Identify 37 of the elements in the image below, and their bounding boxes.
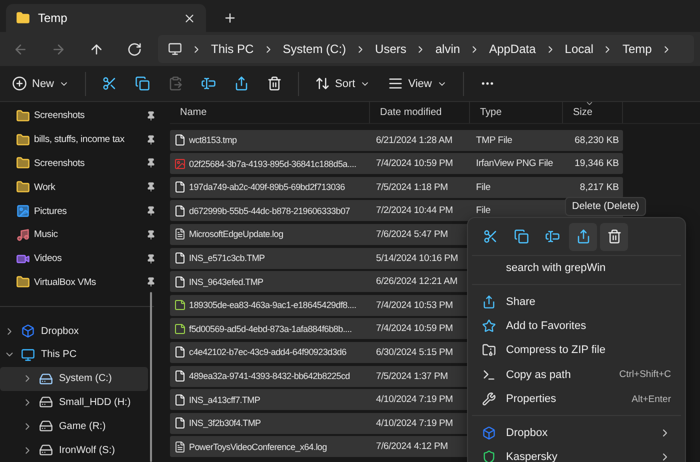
name-cell: 02f25684-3b7a-4193-895d-36841c188d5a.... [170, 158, 370, 170]
size-cell-text: 68,230 KB [574, 134, 620, 146]
name-cell: MicrosoftEdgeUpdate.log [170, 228, 370, 240]
type-cell-text: IrfanView PNG File [475, 158, 554, 170]
date-cell-text: 7/4/2024 10:59 PM [375, 158, 454, 170]
name-cell: d672999b-55b5-44dc-b878-219606333b07 [170, 204, 370, 217]
type-cell-text: File [475, 182, 492, 193]
type-cell-text: TMP File [475, 134, 514, 146]
size-cell-text: 8,217 KB [578, 182, 620, 193]
name-cell: 489ea32a-9741-4393-8432-bb642b8225cd [170, 370, 370, 382]
date-cell-text: 7/6/2024 5:47 PM [375, 228, 449, 240]
date-cell-text: 5/14/2024 10:16 PM [375, 252, 459, 264]
name-cell: PowerToysVideoConference_x64.log [170, 440, 370, 453]
name-cell: 189305de-ea83-463a-9ac1-e18645429df8.... [170, 299, 370, 312]
date-cell-text: 6/21/2024 1:28 AM [375, 134, 454, 146]
date-cell-text: 7/4/2024 10:53 PM [375, 300, 454, 311]
name-cell: INS_e571c3cb.TMP [170, 252, 370, 264]
shortcut-label: Alt+Enter [632, 394, 671, 405]
date-cell-text: 7/4/2024 10:59 PM [375, 323, 454, 334]
date-cell-text: 7/5/2024 1:37 PM [375, 370, 449, 382]
name-cell: INS_3f2b30f4.TMP [170, 417, 370, 430]
date-cell-text: 6/30/2024 5:15 PM [375, 346, 454, 358]
type-cell-text: File [475, 205, 492, 216]
date-cell-text: 7/6/2024 4:12 PM [375, 441, 449, 452]
date-cell-text: 6/26/2024 12:21 AM [375, 276, 458, 288]
name-cell: c4e42102-b7ec-43c9-add4-64f90923d3d6 [170, 346, 370, 358]
name-cell: INS_a413cff7.TMP [170, 394, 370, 406]
date-cell-text: 4/10/2024 7:19 PM [375, 418, 454, 429]
date-cell-text: 7/5/2024 1:18 PM [375, 182, 449, 193]
name-cell: 197da749-ab2c-409f-89b5-69bd2f713036 [170, 181, 370, 194]
date-cell-text: 4/10/2024 7:19 PM [375, 394, 454, 406]
name-cell: f5d00569-ad5d-4ebd-873a-1afa884f6b8b.... [170, 322, 370, 335]
name-cell: wct8153.tmp [170, 134, 370, 146]
tooltip: Delete (Delete) [565, 197, 646, 216]
size-cell-text: 19,346 KB [574, 158, 620, 170]
date-cell-text: 7/2/2024 10:44 PM [375, 205, 454, 216]
name-cell: INS_9643efed.TMP [170, 276, 370, 288]
